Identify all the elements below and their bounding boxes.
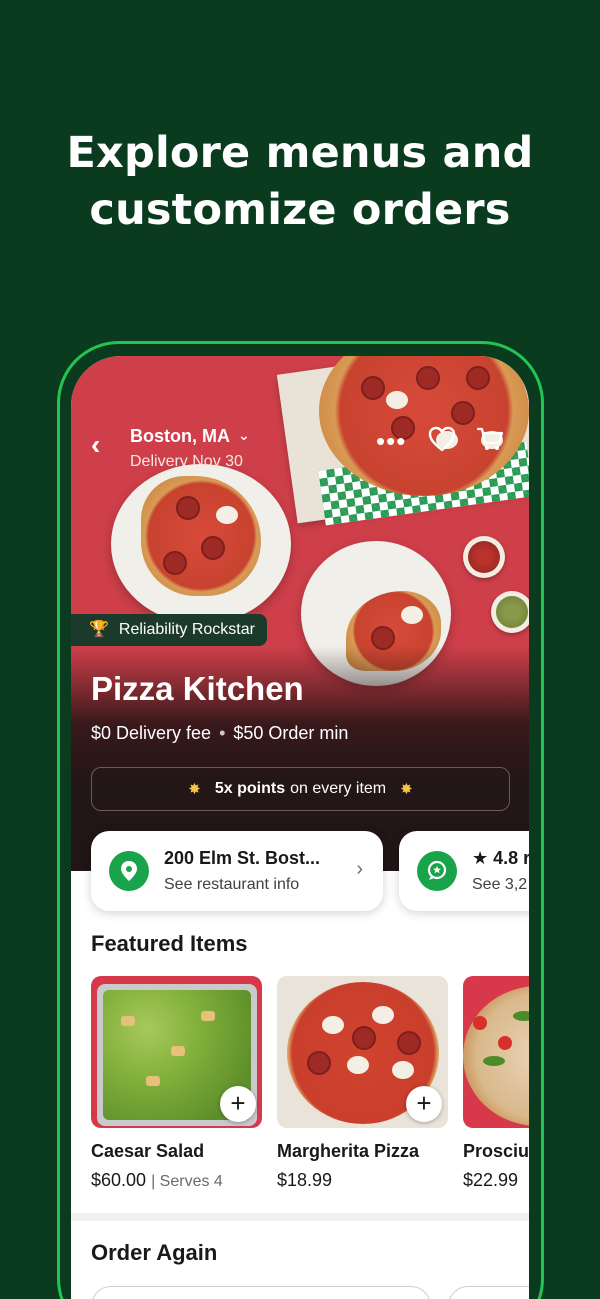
heart-icon[interactable]	[428, 426, 456, 452]
delivery-date: Delivery Nov 30	[130, 453, 243, 470]
item-name: Margherita Pizza	[277, 1141, 420, 1161]
order-again-heading: Order Again	[91, 1240, 218, 1265]
prosciutto-pizza-image	[463, 976, 529, 1128]
chevron-down-icon: ⌄	[237, 427, 250, 443]
rating-value: ★ 4.8 r	[472, 848, 529, 868]
points-bold: 5x points	[214, 780, 286, 797]
menu-item-caesar-salad[interactable]: + Caesar Salad $60.00 | Serves 4	[91, 976, 262, 1191]
reviews-link: See 3,2	[472, 876, 528, 893]
delivery-fee: $0 Delivery fee	[91, 723, 212, 743]
badge-label: Reliability Rockstar	[118, 621, 255, 638]
points-text: on every item	[290, 780, 387, 797]
oregano-cup	[491, 591, 529, 633]
pepperoni	[163, 551, 187, 575]
section-divider	[71, 1213, 529, 1221]
order-minimum: $50 Order min	[233, 723, 349, 743]
item-serves: | Serves 4	[151, 1173, 223, 1190]
restaurant-info-card[interactable]: 200 Elm St. Bost... See restaurant info …	[91, 831, 383, 911]
restaurant-info-link: See restaurant info	[164, 876, 300, 893]
store-top-bar: ‹ Boston, MA ⌄ Delivery Nov 30 •••	[71, 426, 529, 476]
reliability-badge: 🏆 Reliability Rockstar	[71, 614, 267, 646]
item-name: Prosciu	[463, 1141, 529, 1161]
pepperoni	[201, 536, 225, 560]
mozzarella	[392, 1061, 414, 1079]
margherita-pizza-image: +	[277, 976, 448, 1128]
more-horizontal-icon[interactable]: •••	[376, 426, 406, 456]
trophy-icon: 🏆	[89, 621, 109, 638]
mozzarella	[216, 506, 238, 524]
restaurant-address: 200 Elm St. Bost...	[164, 848, 321, 868]
caesar-salad-image: +	[91, 976, 262, 1128]
chevron-left-icon[interactable]: ‹	[91, 430, 100, 460]
location-label: Boston, MA	[130, 426, 230, 446]
cart-icon[interactable]	[476, 426, 504, 452]
review-bubble-icon	[417, 851, 457, 891]
chevron-right-icon: ›	[356, 858, 363, 880]
ratings-card[interactable]: ★ 4.8 r See 3,2	[399, 831, 529, 911]
mozzarella	[322, 1016, 344, 1034]
store-name: Pizza Kitchen	[91, 670, 304, 707]
sparkle-icon: ✸	[188, 781, 201, 798]
pepperoni	[352, 1026, 376, 1050]
pepperoni	[416, 366, 440, 390]
sparkle-icon: ✸	[400, 781, 413, 798]
order-again-card[interactable]	[91, 1286, 431, 1299]
pepperoni	[466, 366, 490, 390]
mozzarella	[372, 1006, 394, 1024]
item-price: $22.99	[463, 1170, 519, 1190]
location-pin-icon	[109, 851, 149, 891]
location-selector[interactable]: Boston, MA ⌄	[130, 426, 250, 447]
promo-headline: Explore menus and customize orders	[0, 125, 600, 239]
pepperoni	[451, 401, 475, 425]
mozzarella	[347, 1056, 369, 1074]
store-fees: $0 Delivery fee • $50 Order min	[91, 723, 348, 744]
featured-items-heading: Featured Items	[91, 931, 248, 956]
headline-line-2: customize orders	[89, 185, 511, 235]
item-price: $60.00	[91, 1170, 147, 1190]
item-price: $18.99	[277, 1170, 333, 1190]
fee-separator: •	[219, 723, 226, 743]
points-promo-banner[interactable]: ✸ 5x points on every item ✸	[91, 767, 510, 811]
add-margherita-pizza-button[interactable]: +	[406, 1086, 442, 1122]
headline-line-1: Explore menus and	[66, 128, 534, 178]
pepperoni	[397, 1031, 421, 1055]
mozzarella	[386, 391, 408, 409]
add-caesar-salad-button[interactable]: +	[220, 1086, 256, 1122]
pepperoni	[361, 376, 385, 400]
pepperoni	[307, 1051, 331, 1075]
mozzarella	[401, 606, 423, 624]
order-again-card[interactable]	[448, 1286, 529, 1299]
pepperoni	[176, 496, 200, 520]
phone-screen: ‹ Boston, MA ⌄ Delivery Nov 30 ••• 🏆 Reli…	[71, 356, 529, 1299]
menu-item-margherita-pizza[interactable]: + Margherita Pizza $18.99	[277, 976, 448, 1191]
chili-flakes-cup	[463, 536, 505, 578]
item-name: Caesar Salad	[91, 1141, 205, 1161]
item-price-row: $60.00 | Serves 4	[91, 1170, 262, 1191]
menu-item-prosciutto[interactable]: Prosciu $22.99	[463, 976, 529, 1191]
